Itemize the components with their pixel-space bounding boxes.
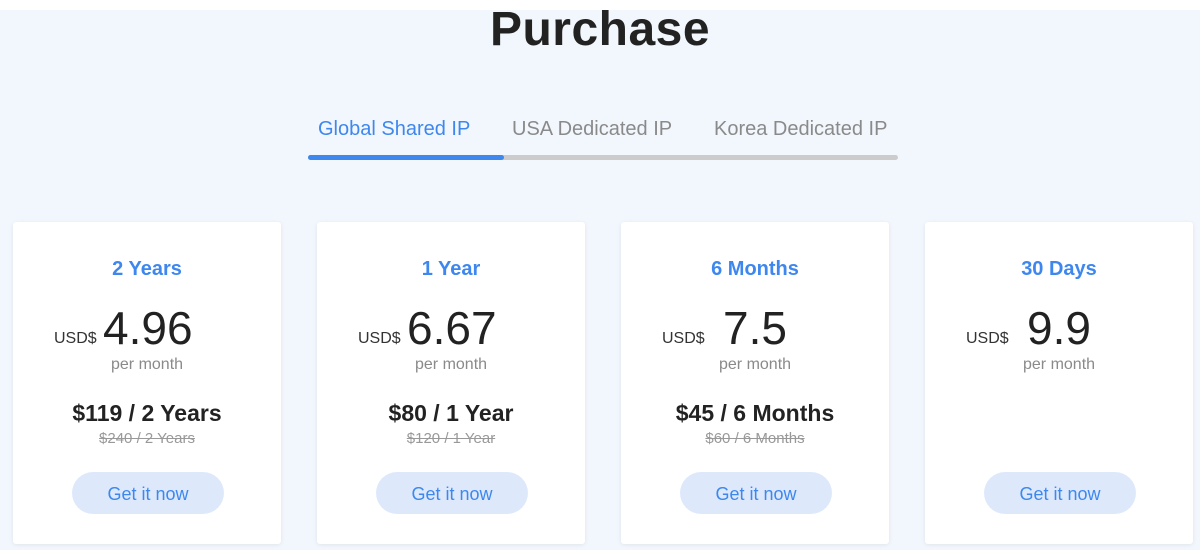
total-price: $119 / 2 Years xyxy=(72,400,222,426)
monthly-price: 4.96 xyxy=(103,302,193,354)
price-row: USD$ 9.9 xyxy=(925,302,1193,358)
get-it-now-button[interactable]: Get it now xyxy=(984,472,1136,514)
plan-card-30-days: 30 Days USD$ 9.9 per month Get it now xyxy=(925,222,1193,544)
per-month-label: per month xyxy=(415,356,488,373)
tab-usa-dedicated-ip[interactable]: USA Dedicated IP xyxy=(512,118,672,141)
plan-name: 30 Days xyxy=(1021,258,1097,280)
per-month-label: per month xyxy=(111,356,184,373)
plan-card-2-years: 2 Years USD$ 4.96 per month $119 / 2 Yea… xyxy=(13,222,281,544)
monthly-price: 7.5 xyxy=(723,302,787,354)
tab-global-shared-ip[interactable]: Global Shared IP xyxy=(318,118,470,141)
active-tab-indicator xyxy=(308,155,504,160)
monthly-price: 9.9 xyxy=(1027,302,1091,354)
currency-label: USD$ xyxy=(358,330,401,347)
currency-label: USD$ xyxy=(662,330,705,347)
per-month-label: per month xyxy=(1023,356,1096,373)
plan-name: 6 Months xyxy=(711,258,799,280)
price-row: USD$ 4.96 xyxy=(13,302,281,358)
get-it-now-button[interactable]: Get it now xyxy=(680,472,832,514)
original-price: $240 / 2 Years xyxy=(99,430,195,447)
get-it-now-button[interactable]: Get it now xyxy=(72,472,224,514)
plan-card-6-months: 6 Months USD$ 7.5 per month $45 / 6 Mont… xyxy=(621,222,889,544)
ip-type-tabs: Global Shared IP USA Dedicated IP Korea … xyxy=(308,110,898,162)
plan-card-1-year: 1 Year USD$ 6.67 per month $80 / 1 Year … xyxy=(317,222,585,544)
tab-korea-dedicated-ip[interactable]: Korea Dedicated IP xyxy=(714,118,887,141)
price-row: USD$ 7.5 xyxy=(621,302,889,358)
total-price: $45 / 6 Months xyxy=(675,400,835,426)
price-row: USD$ 6.67 xyxy=(317,302,585,358)
plan-name: 1 Year xyxy=(421,258,481,280)
page-title: Purchase xyxy=(489,3,711,56)
get-it-now-button[interactable]: Get it now xyxy=(376,472,528,514)
per-month-label: per month xyxy=(719,356,792,373)
original-price: $60 / 6 Months xyxy=(705,430,805,447)
total-price: $80 / 1 Year xyxy=(388,400,514,426)
currency-label: USD$ xyxy=(54,330,97,347)
currency-label: USD$ xyxy=(966,330,1009,347)
plan-name: 2 Years xyxy=(112,258,182,280)
original-price: $120 / 1 Year xyxy=(406,430,496,447)
monthly-price: 6.67 xyxy=(407,302,497,354)
